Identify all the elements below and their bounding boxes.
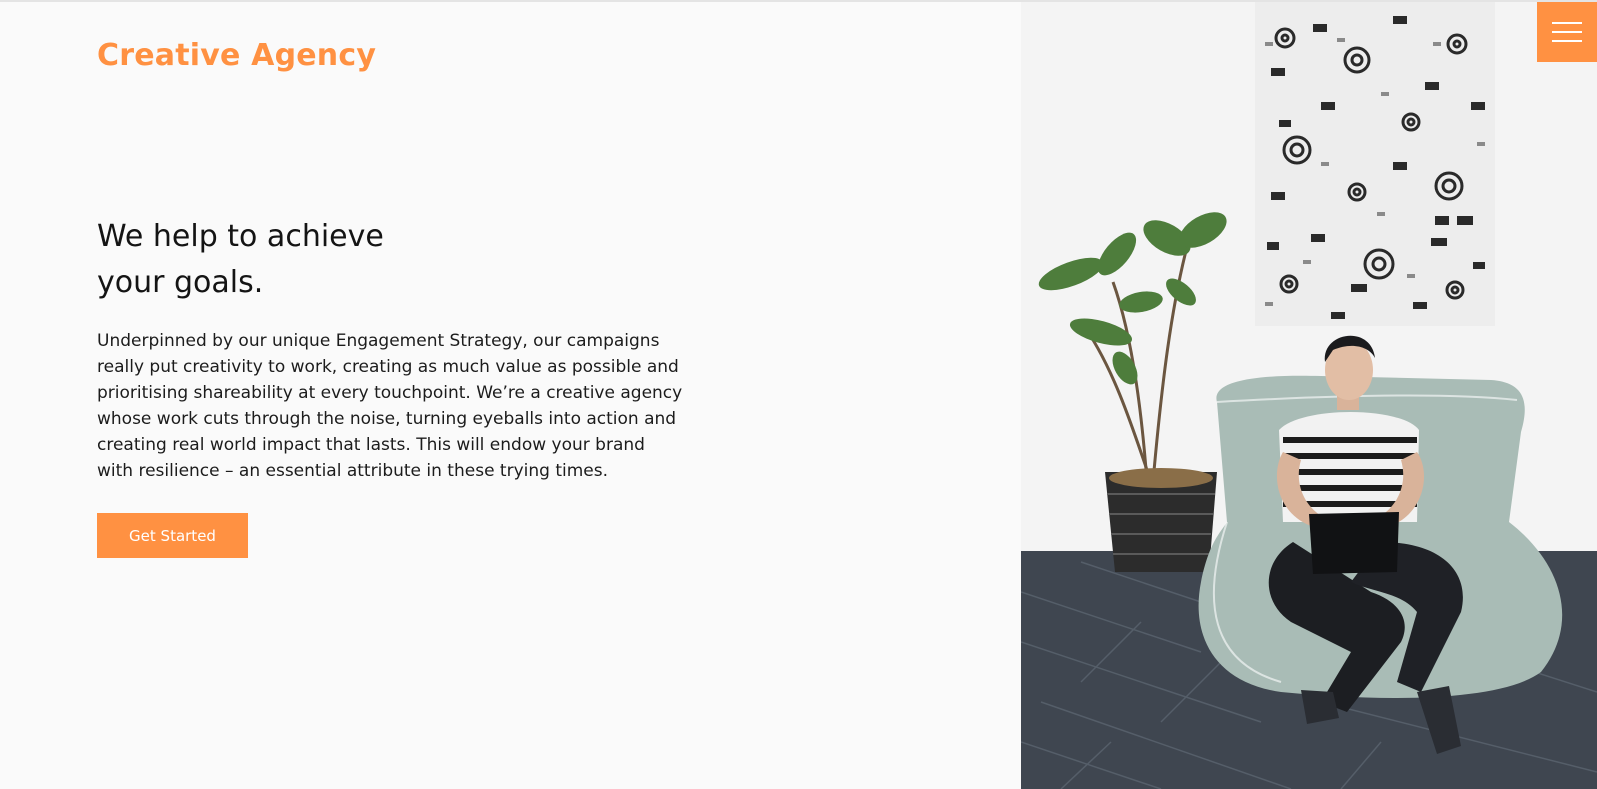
hero-body-line: Underpinned by our unique Engagement Str… [97, 331, 660, 351]
hero-body-line: with resilience – an essential attribute… [97, 461, 609, 481]
hamburger-icon [1552, 40, 1582, 42]
hero-body-line: really put creativity to work, creating … [97, 357, 679, 377]
get-started-button[interactable]: Get Started [97, 513, 248, 558]
landing-page: Creative Agency We help to achieve your … [0, 0, 1597, 789]
hero-body-line: prioritising shareability at every touch… [97, 383, 683, 403]
hero-body-line: creating real world impact that lasts. T… [97, 435, 645, 455]
hero-photo [1021, 2, 1597, 789]
hero-headline: We help to achieve your goals. [97, 214, 517, 306]
brand-logo-text[interactable]: Creative Agency [97, 38, 376, 73]
menu-button[interactable] [1537, 2, 1597, 62]
hamburger-icon [1552, 31, 1582, 33]
hero-headline-line-2: your goals. [97, 265, 264, 300]
hero-body-line: whose work cuts through the noise, turni… [97, 409, 677, 429]
hero-body-text: Underpinned by our unique Engagement Str… [97, 328, 697, 484]
hamburger-icon [1552, 22, 1582, 24]
wall-art [1255, 2, 1495, 326]
hero-headline-line-1: We help to achieve [97, 219, 384, 254]
